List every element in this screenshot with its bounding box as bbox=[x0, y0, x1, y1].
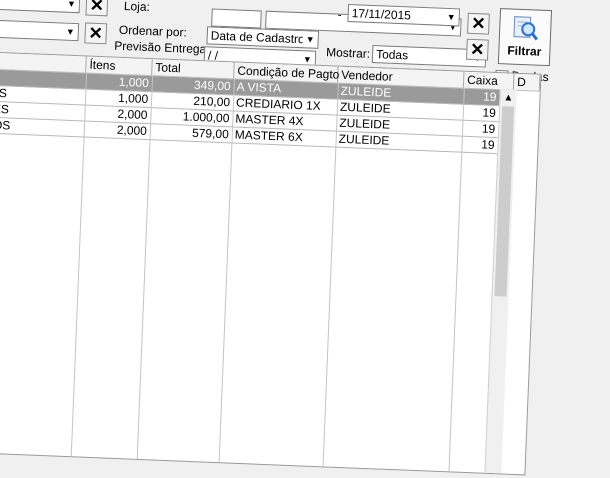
cell-caixa: 19 bbox=[462, 121, 499, 138]
cell-total: 579,00 bbox=[149, 124, 232, 143]
filtrar-label: Filtrar bbox=[499, 43, 550, 59]
ordenar-label: Ordenar por: bbox=[119, 23, 188, 40]
chevron-down-icon[interactable]: ▼ bbox=[302, 31, 318, 48]
close-icon: ✕ bbox=[89, 0, 104, 14]
close-icon: ✕ bbox=[471, 15, 486, 33]
previsao-label: Previsão Entrega: bbox=[114, 39, 210, 57]
scroll-up-icon[interactable]: ▲ bbox=[500, 89, 517, 106]
col-header-extra[interactable]: D bbox=[514, 74, 541, 91]
cell-caixa: 19 bbox=[463, 105, 500, 122]
close-icon: ✕ bbox=[88, 25, 103, 43]
cell-condicao: MASTER 6X bbox=[231, 127, 336, 147]
col-header-caixa[interactable]: Caixa bbox=[464, 72, 515, 90]
chevron-down-icon[interactable]: ▼ bbox=[62, 24, 78, 41]
clear-ordenar-button[interactable]: ✕ bbox=[466, 39, 489, 61]
col-header-itens[interactable]: Ítens bbox=[86, 57, 153, 76]
clear-loja-button[interactable]: ✕ bbox=[467, 13, 490, 35]
date-to-value: 17/11/2015 bbox=[351, 6, 411, 22]
field-top-left-1[interactable]: ▼ bbox=[0, 0, 80, 13]
close-icon: ✕ bbox=[470, 41, 485, 59]
search-icon bbox=[511, 14, 540, 43]
scroll-thumb[interactable] bbox=[495, 106, 515, 296]
chevron-down-icon[interactable]: ▼ bbox=[64, 0, 80, 12]
cell-itens: 2,000 bbox=[84, 121, 151, 140]
ordenar-select[interactable]: Data de Cadastro ▼ bbox=[206, 26, 319, 48]
cell-caixa: 19 bbox=[463, 89, 500, 106]
ordenar-value: Data de Cadastro bbox=[210, 28, 305, 46]
col-header-total[interactable]: Total bbox=[152, 59, 235, 78]
col-header-cliente[interactable]: e bbox=[0, 51, 87, 72]
app-window: ▼ ✕ ▼ ✕ Loja: ▼ - 17/11/2015 ▼ ✕ Ordenar… bbox=[0, 0, 610, 460]
field-top-left-2[interactable]: ▼ bbox=[0, 20, 79, 42]
mostrar-label: Mostrar: bbox=[326, 45, 371, 61]
clear-top-left-1-button[interactable]: ✕ bbox=[85, 0, 108, 16]
chevron-down-icon[interactable]: ▼ bbox=[443, 9, 459, 26]
loja-label: Loja: bbox=[124, 0, 151, 14]
mostrar-value: Todas bbox=[376, 47, 409, 62]
date-separator: - bbox=[337, 8, 342, 22]
filtrar-button[interactable]: Filtrar bbox=[498, 8, 552, 66]
results-grid[interactable]: e Ítens Total Condição de Pagto Vendedor… bbox=[0, 50, 541, 475]
cell-caixa: 19 bbox=[461, 137, 498, 154]
clear-top-left-2-button[interactable]: ✕ bbox=[84, 22, 107, 44]
loja-code-field[interactable] bbox=[211, 9, 262, 29]
